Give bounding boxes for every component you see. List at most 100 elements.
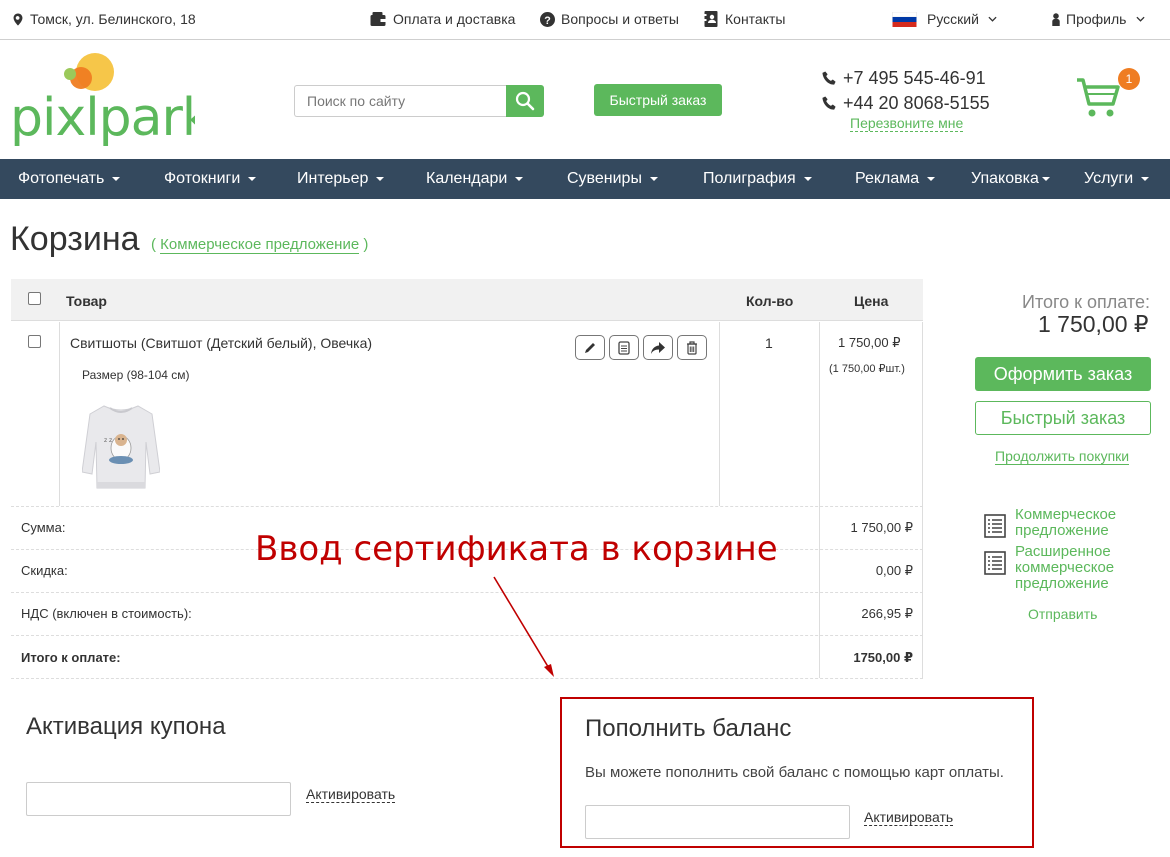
- commercial-offer-link[interactable]: Коммерческое предложение: [160, 236, 360, 254]
- caret-down-icon: [248, 177, 257, 181]
- nav-item-souvenirs[interactable]: Сувениры: [567, 170, 658, 188]
- nav-item-label: Фотопечать: [18, 170, 105, 187]
- nav-item-services[interactable]: Услуги: [1084, 170, 1150, 188]
- balance-title: Пополнить баланс: [585, 715, 792, 742]
- summary-value: 1750,00 ₽: [853, 650, 913, 665]
- summary-label: Скидка:: [21, 563, 68, 578]
- contacts-link-label: Контакты: [725, 11, 786, 27]
- contacts-link[interactable]: Контакты: [704, 11, 785, 27]
- nav-item-label: Услуги: [1084, 170, 1134, 187]
- main-nav: Фотопечать Фотокниги Интерьер Календари …: [0, 159, 1170, 199]
- search-icon: [515, 91, 535, 111]
- language-selector[interactable]: Русский: [892, 11, 997, 27]
- summary-label: НДС (включен в стоимость):: [21, 606, 192, 621]
- phone-2[interactable]: +44 20 8068-5155: [822, 91, 990, 116]
- divider: [59, 322, 60, 506]
- divider: [819, 549, 820, 592]
- payment-link[interactable]: Оплата и доставка: [370, 11, 515, 27]
- logo-graphic: pixlpark: [10, 53, 213, 148]
- nav-item-interior[interactable]: Интерьер: [297, 170, 385, 188]
- top-bar: Томск, ул. Белинского, 18 Оплата и доста…: [0, 0, 1170, 40]
- header-product: Товар: [66, 293, 107, 309]
- nav-item-label: Сувениры: [567, 170, 642, 187]
- product-image[interactable]: z z: [81, 402, 161, 494]
- summary-value: 0,00 ₽: [875, 563, 913, 578]
- delete-button[interactable]: [677, 335, 707, 360]
- nav-item-advertising[interactable]: Реклама: [855, 170, 936, 188]
- page-subtitle: ( Коммерческое предложение ): [151, 236, 368, 254]
- quick-order-header-button[interactable]: Быстрый заказ: [594, 84, 722, 116]
- nav-item-printing[interactable]: Полиграфия: [703, 170, 812, 188]
- shopping-cart-icon: [1077, 78, 1120, 117]
- caret-down-icon: [927, 177, 936, 181]
- caret-down-icon: [1041, 177, 1050, 181]
- total-label: Итого к оплате:: [1022, 292, 1150, 312]
- cart-button[interactable]: 1: [1076, 68, 1146, 120]
- search-button[interactable]: [506, 85, 544, 117]
- edit-button[interactable]: [575, 335, 605, 360]
- item-checkbox[interactable]: [28, 335, 41, 348]
- caret-down-icon: [803, 177, 812, 181]
- header-qty: Кол-во: [746, 293, 794, 309]
- coupon-activate-link[interactable]: Активировать: [306, 786, 396, 803]
- balance-card-input[interactable]: [585, 805, 850, 839]
- summary-row-vat: НДС (включен в стоимость): 266,95 ₽: [11, 592, 923, 635]
- balance-activate-link[interactable]: Активировать: [864, 809, 954, 826]
- balance-section: Пополнить баланс Вы можете пополнить сво…: [560, 697, 1034, 848]
- payment-link-label: Оплата и доставка: [393, 11, 516, 27]
- svg-text:z z: z z: [104, 437, 112, 444]
- phones: +7 495 545-46-91 +44 20 8068-5155: [822, 66, 990, 116]
- nav-item-packaging[interactable]: Упаковка: [971, 170, 1050, 188]
- nav-item-photoprint[interactable]: Фотопечать: [18, 170, 121, 188]
- checkout-button[interactable]: Оформить заказ: [975, 357, 1151, 391]
- nav-item-label: Реклама: [855, 170, 920, 187]
- russia-flag-icon: [892, 11, 917, 27]
- nav-item-label: Календари: [426, 170, 508, 187]
- copy-button[interactable]: [609, 335, 639, 360]
- address: Томск, ул. Белинского, 18: [12, 11, 196, 27]
- summary-label: Итого к оплате:: [21, 650, 121, 665]
- summary-label: Сумма:: [21, 520, 66, 535]
- list-document-icon: [984, 551, 1006, 575]
- callback-link[interactable]: Перезвоните мне: [850, 115, 964, 132]
- coupon-input[interactable]: [26, 782, 291, 816]
- nav-item-photobooks[interactable]: Фотокниги: [164, 170, 257, 188]
- nav-item-label: Упаковка: [971, 170, 1039, 187]
- annotation-text: Ввод сертификата в корзине: [255, 529, 778, 569]
- chevron-down-icon: [988, 16, 997, 22]
- phone-icon: [822, 96, 836, 110]
- share-button[interactable]: [643, 335, 673, 360]
- send-link[interactable]: Отправить: [1028, 606, 1097, 622]
- profile-menu[interactable]: Профиль: [1052, 11, 1146, 27]
- quick-order-button[interactable]: Быстрый заказ: [975, 401, 1151, 435]
- caret-down-icon: [649, 177, 658, 181]
- summary-value: 266,95 ₽: [861, 606, 913, 621]
- trash-icon: [687, 340, 697, 355]
- list-document-icon: [984, 514, 1006, 538]
- caret-down-icon: [112, 177, 121, 181]
- divider: [819, 322, 820, 506]
- phone-icon: [822, 71, 836, 85]
- cart-table: Товар Кол-во Цена Свитшоты (Свитшот (Дет…: [11, 279, 923, 679]
- search-bar: [294, 85, 544, 117]
- language-label: Русский: [927, 11, 979, 27]
- search-input[interactable]: [294, 85, 506, 117]
- select-all-checkbox[interactable]: [28, 292, 41, 305]
- page-title: Корзина: [10, 220, 140, 258]
- caret-down-icon: [376, 177, 385, 181]
- caret-down-icon: [515, 177, 524, 181]
- phone-1[interactable]: +7 495 545-46-91: [822, 66, 990, 91]
- divider: [922, 635, 923, 678]
- item-size: Размер (98-104 см): [82, 368, 190, 382]
- nav-item-calendars[interactable]: Календари: [426, 170, 524, 188]
- question-circle-icon: ?: [540, 11, 555, 27]
- nav-item-label: Полиграфия: [703, 170, 796, 187]
- divider: [819, 592, 820, 635]
- nav-item-label: Фотокниги: [164, 170, 241, 187]
- pixlpark-logo[interactable]: pixlpark: [10, 50, 213, 150]
- cart-count-badge: 1: [1118, 68, 1140, 90]
- divider: [922, 549, 923, 592]
- faq-link[interactable]: ? Вопросы и ответы: [540, 11, 679, 27]
- table-header: Товар Кол-во Цена: [11, 279, 923, 321]
- continue-shopping-link[interactable]: Продолжить покупки: [995, 448, 1130, 465]
